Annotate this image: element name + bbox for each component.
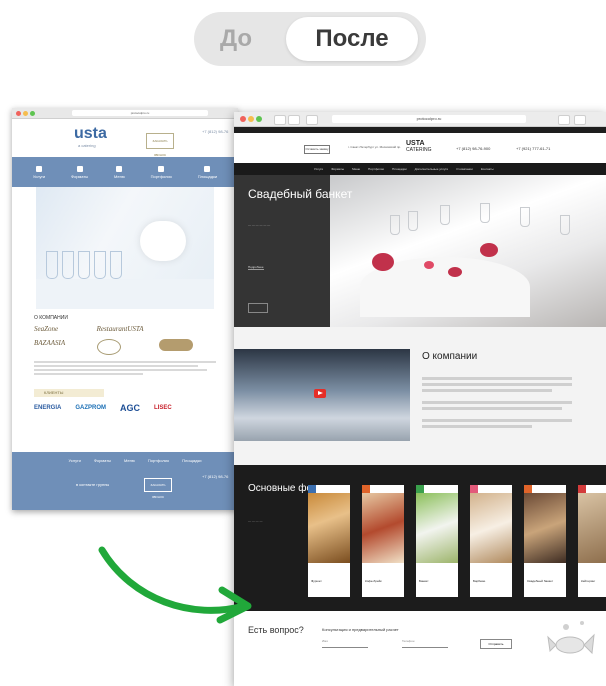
client-logo: AGC <box>120 403 141 413</box>
brand-logo: BAZAASIA <box>34 339 66 347</box>
old-clients-label: КЛИЕНТЫ <box>34 389 104 397</box>
hero-title: Свадебный банкет <box>248 187 353 201</box>
old-footer-phone: +7 (812) 98-76 <box>202 474 229 479</box>
old-nav-item: Форматы <box>71 165 88 179</box>
fork-icon <box>36 165 43 172</box>
new-formats-section: Основные форматы — — — — Фуршет Кофе-бре… <box>234 465 606 611</box>
old-browser-chrome: protocolpro.ru <box>12 108 238 119</box>
old-site-screenshot: protocolpro.ru usta a catering ЗАКАЗАТЬ … <box>12 108 238 510</box>
new-address: г. Санкт-Петербург ул. Московский пр. <box>348 145 402 149</box>
new-request-link: Оставить заявку <box>304 145 330 154</box>
play-icon <box>314 389 326 398</box>
old-nav: Услуги Форматы Меню Портфолио Площадки <box>12 157 238 187</box>
glass-icon <box>76 165 83 172</box>
new-hero: Свадебный банкет — — — — — — Подробнее <box>234 175 606 327</box>
new-about-section: О компании <box>234 327 606 465</box>
before-option[interactable]: До <box>220 25 252 53</box>
format-card: Банкет <box>416 485 458 597</box>
new-logo: USTA CATERING <box>406 140 432 153</box>
ask-send-button: Отправить <box>480 639 512 649</box>
cocktail-icon <box>158 165 165 172</box>
old-phone: +7 (812) 98-76 <box>202 129 229 134</box>
flag-icon <box>204 165 211 172</box>
old-about-section: О КОМПАНИИ SeaZone RestaurantUSTA BAZAAS… <box>12 309 238 383</box>
old-nav-item: Меню <box>114 165 125 179</box>
format-card: Фуршет <box>308 485 350 597</box>
old-nav-item: Услуги <box>33 165 45 179</box>
maximize-dot-icon <box>30 111 35 116</box>
client-logo: ENERGIA <box>34 405 62 411</box>
new-address-bar: protocolpro.ru <box>332 115 526 123</box>
old-logo: usta <box>74 125 107 142</box>
back-icon <box>274 115 286 125</box>
new-browser-chrome: protocolpro.ru <box>234 112 606 127</box>
sidebar-icon <box>306 115 318 125</box>
old-footer: Услуги Форматы Меню Портфолио Площадки в… <box>12 452 238 510</box>
badge-icon <box>159 339 194 351</box>
old-header: usta a catering ЗАКАЗАТЬ ЗВОНОК +7 (812)… <box>12 119 238 157</box>
new-phone-1: +7 (812) 98-76-900 <box>456 146 491 151</box>
new-nav: Услуги Форматы Меню Портфолио Площадки Д… <box>234 163 606 175</box>
close-dot-icon <box>240 116 246 122</box>
green-arrow-icon <box>98 546 252 624</box>
old-footer-brand: в контакте группы <box>76 482 110 487</box>
about-video <box>234 349 410 441</box>
close-dot-icon <box>16 111 21 116</box>
new-question-section: Есть вопрос? Консультация и предваритель… <box>234 611 606 686</box>
emblem-icon <box>96 339 121 355</box>
new-site-screenshot: protocolpro.ru Оставить заявку г. Санкт-… <box>234 112 606 686</box>
maximize-dot-icon <box>256 116 262 122</box>
share-icon <box>558 115 570 125</box>
brand-logo: RestaurantUSTA <box>96 325 144 333</box>
old-brand-logos: SeaZone RestaurantUSTA BAZAASIA <box>34 325 216 355</box>
old-address-bar: protocolpro.ru <box>72 110 208 116</box>
client-logo: LISEC <box>154 405 172 411</box>
new-header: Оставить заявку г. Санкт-Петербург ул. М… <box>234 133 606 163</box>
hero-more-link: Подробнее <box>248 265 264 270</box>
wedding-table-image <box>330 175 606 327</box>
old-section-heading: О КОМПАНИИ <box>34 315 68 321</box>
before-after-toggle[interactable]: До После <box>194 12 426 66</box>
old-logo-sub: a catering <box>78 143 96 148</box>
client-logo: GAZPROM <box>75 405 107 411</box>
old-client-logos: ENERGIA GAZPROM AGC LISEC <box>34 403 216 413</box>
old-hero-image <box>36 187 214 309</box>
candy-icon <box>547 621 595 655</box>
old-footer-button: ЗАКАЗАТЬ ЗВОНОК <box>144 478 172 499</box>
ask-name-field: Имя <box>322 639 368 648</box>
tabs-icon <box>574 115 586 125</box>
new-phone-2: +7 (921) 777-61-71 <box>516 146 551 151</box>
format-card: Кофе-брейк <box>362 485 404 597</box>
brand-logo: SeaZone <box>34 325 59 333</box>
format-card: Барбекю <box>470 485 512 597</box>
ask-phone-field: Телефон <box>402 639 448 648</box>
about-title: О компании <box>422 351 478 362</box>
forward-icon <box>288 115 300 125</box>
old-footer-nav: Услуги Форматы Меню Портфолио Площадки <box>68 458 202 463</box>
old-call-button: ЗАКАЗАТЬ ЗВОНОК <box>146 133 174 157</box>
old-nav-item: Площадки <box>198 165 217 179</box>
minimize-dot-icon <box>23 111 28 116</box>
minimize-dot-icon <box>248 116 254 122</box>
ask-prompt: Консультация и предварительный расчет <box>322 627 399 632</box>
after-option[interactable]: После <box>286 17 418 61</box>
format-card: Свадебный банкет <box>524 485 566 597</box>
diamond-icon <box>116 165 123 172</box>
old-nav-item: Портфолио <box>151 165 172 179</box>
hero-arrow-icon <box>248 303 268 313</box>
format-card: Кейтеринг <box>578 485 606 597</box>
